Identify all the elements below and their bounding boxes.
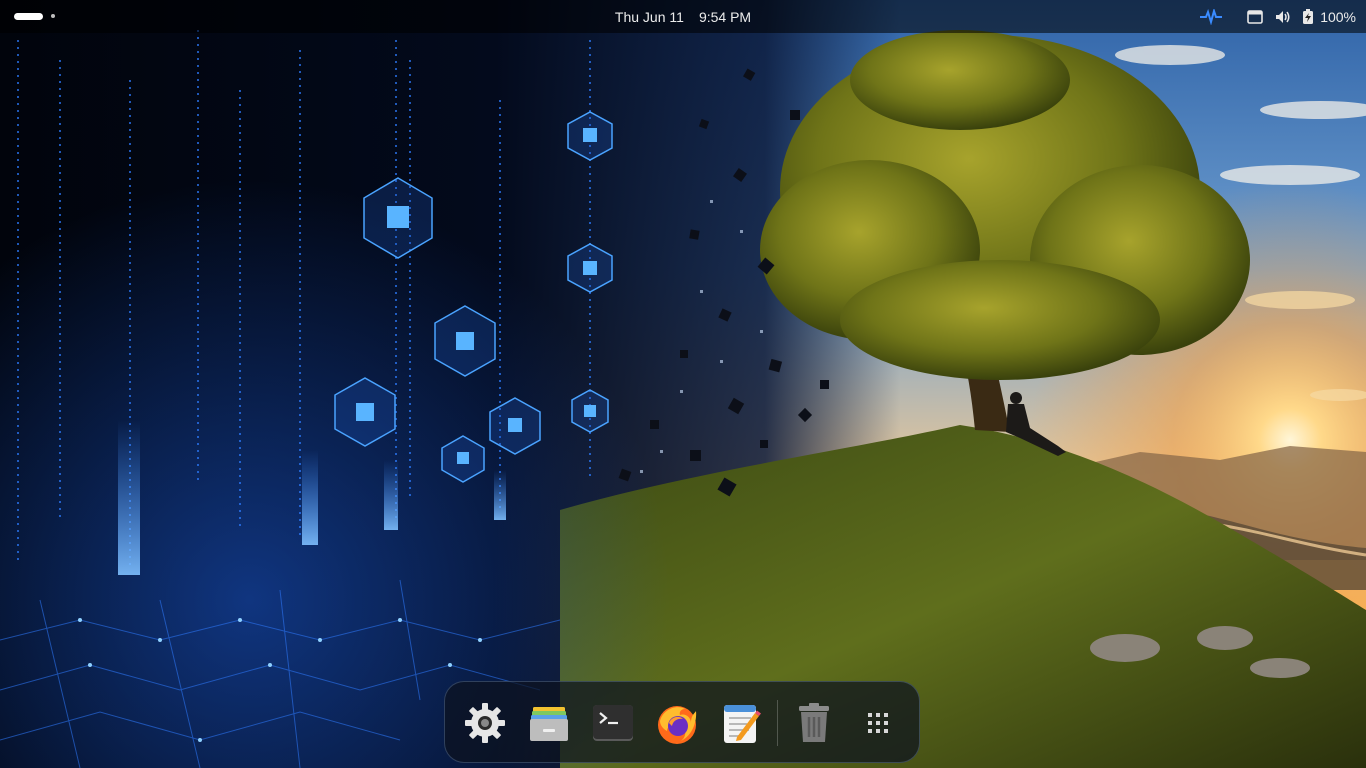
network-activity-icon[interactable] — [1198, 7, 1224, 27]
dock-item-firefox[interactable] — [653, 699, 701, 747]
dock-item-settings[interactable] — [461, 699, 509, 747]
desktop[interactable]: Thu Jun 11 9:54 PM 100% — [0, 0, 1366, 768]
firefox-icon — [658, 706, 697, 744]
activities-button[interactable] — [14, 9, 58, 23]
dock-separator — [777, 700, 778, 746]
app-grid-icon — [868, 713, 888, 733]
system-tray[interactable]: 100% — [1198, 0, 1366, 33]
dock-item-show-apps[interactable] — [854, 699, 902, 747]
dock-item-terminal[interactable] — [589, 699, 637, 747]
battery-percent: 100% — [1320, 8, 1356, 25]
dock-item-trash[interactable] — [790, 699, 838, 747]
gear-icon — [465, 703, 505, 743]
dock — [444, 681, 920, 763]
workspace-indicator[interactable] — [51, 14, 55, 18]
clock-date: Thu Jun 11 — [614, 9, 684, 25]
volume-icon[interactable] — [1274, 7, 1292, 27]
dock-item-text-editor[interactable] — [717, 699, 765, 747]
battery-icon[interactable] — [1302, 7, 1314, 27]
clock-time: 9:54 PM — [698, 9, 752, 25]
files-icon — [530, 707, 568, 741]
terminal-icon — [593, 705, 633, 741]
text-editor-icon — [724, 705, 761, 743]
screen-icon[interactable] — [1246, 7, 1264, 27]
dock-item-files[interactable] — [525, 699, 573, 747]
wallpaper — [0, 0, 1366, 768]
trash-icon — [799, 703, 829, 742]
clock-button[interactable]: Thu Jun 11 9:54 PM — [600, 7, 766, 27]
top-bar: Thu Jun 11 9:54 PM 100% — [0, 0, 1366, 33]
workspace-indicator-active[interactable] — [14, 12, 43, 20]
